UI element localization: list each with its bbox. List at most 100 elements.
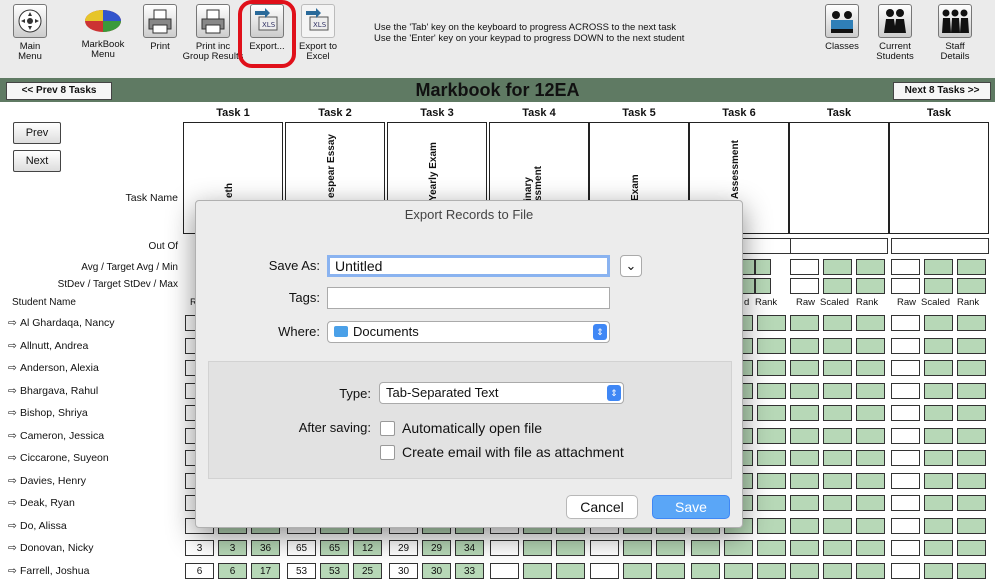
student-row[interactable]: ⇨ Al Ghardaqa, Nancy	[8, 317, 115, 329]
mark-cell[interactable]	[790, 315, 819, 331]
student-row[interactable]: ⇨ Anderson, Alexia	[8, 362, 99, 374]
chevron-down-icon: ⌄	[625, 258, 637, 273]
mark-cell	[924, 472, 953, 489]
mark-cell	[924, 540, 953, 556]
mark-cell[interactable]: 53	[287, 562, 316, 579]
mark-cell[interactable]	[790, 472, 819, 489]
mark-cell[interactable]: 6	[185, 562, 214, 579]
student-name: Davies, Henry	[20, 474, 86, 487]
task-name-box[interactable]	[889, 122, 989, 234]
mark-cell	[856, 540, 885, 556]
student-name: Deak, Ryan	[20, 497, 75, 509]
email-attachment-checkbox[interactable]	[380, 445, 395, 460]
classes-icon	[825, 4, 859, 38]
classes-button[interactable]: Classes	[820, 4, 864, 52]
task-name-box[interactable]	[789, 122, 889, 234]
prev-button[interactable]: Prev	[13, 122, 61, 144]
mark-cell	[757, 315, 786, 331]
mark-cell[interactable]	[790, 562, 819, 579]
student-row[interactable]: ⇨ Bishop, Shriya	[8, 407, 88, 419]
print-button[interactable]: Print	[143, 4, 177, 52]
student-row[interactable]: ⇨ Allnutt, Andrea	[8, 340, 88, 352]
student-row[interactable]: ⇨ Donovan, Nicky	[8, 542, 94, 554]
task-header: Task	[826, 107, 852, 119]
mark-cell[interactable]	[790, 517, 819, 534]
classes-label: Classes	[825, 41, 859, 52]
type-popup[interactable]: Tab-Separated Text ⇕	[379, 382, 624, 404]
auto-open-checkbox[interactable]	[380, 421, 395, 436]
mark-cell[interactable]	[891, 472, 920, 489]
mark-cell	[957, 517, 986, 534]
mark-cell[interactable]	[691, 540, 720, 556]
mark-cell[interactable]	[691, 562, 720, 579]
where-popup[interactable]: Documents ⇕	[327, 321, 610, 343]
student-row[interactable]: ⇨ Bhargava, Rahul	[8, 385, 98, 397]
current-students-button[interactable]: Current Students	[873, 4, 917, 62]
save-as-label: Save As:	[268, 258, 320, 273]
mark-cell[interactable]	[790, 495, 819, 511]
prev-tasks-button[interactable]: << Prev 8 Tasks	[6, 82, 112, 100]
mark-cell[interactable]	[891, 427, 920, 444]
student-row[interactable]: ⇨ Farrell, Joshua	[8, 565, 89, 577]
mark-cell[interactable]	[790, 450, 819, 466]
task-header: Task 3	[420, 107, 454, 119]
export-highlight-ring	[238, 0, 296, 68]
mark-cell	[856, 360, 885, 376]
mark-cell[interactable]	[891, 337, 920, 354]
mark-cell[interactable]	[590, 562, 619, 579]
mark-cell	[757, 540, 786, 556]
save-as-input[interactable]: Untitled	[327, 255, 610, 277]
summary-cell	[755, 259, 771, 275]
mark-cell[interactable]	[490, 562, 519, 579]
mark-cell[interactable]: 65	[287, 540, 316, 556]
mark-cell[interactable]	[790, 360, 819, 376]
student-row[interactable]: ⇨ Deak, Ryan	[8, 497, 75, 509]
student-row[interactable]: ⇨ Cameron, Jessica	[8, 430, 104, 442]
mark-cell[interactable]	[790, 427, 819, 444]
mark-cell[interactable]	[891, 495, 920, 511]
mark-cell	[757, 427, 786, 444]
save-button[interactable]: Save	[652, 495, 730, 519]
staff-details-button[interactable]: Staff Details	[930, 4, 980, 62]
student-row[interactable]: ⇨ Do, Alissa	[8, 520, 67, 532]
mark-cell[interactable]	[891, 315, 920, 331]
row-arrow-icon: ⇨	[8, 519, 17, 532]
student-name: Farrell, Joshua	[20, 564, 90, 577]
summary-cell	[823, 278, 852, 294]
next-button[interactable]: Next	[13, 150, 61, 172]
next-tasks-button[interactable]: Next 8 Tasks >>	[893, 82, 991, 100]
mark-cell[interactable]	[790, 540, 819, 556]
mark-cell	[856, 562, 885, 579]
mark-cell: 65	[320, 540, 349, 556]
tags-input[interactable]	[327, 287, 610, 309]
mark-cell[interactable]: 30	[389, 562, 418, 579]
task-name-text: eth	[224, 183, 235, 198]
mark-cell[interactable]	[891, 517, 920, 534]
print-group-button[interactable]: Print inc Group Results	[180, 4, 246, 62]
mark-cell[interactable]	[590, 540, 619, 556]
mark-cell[interactable]	[790, 382, 819, 399]
mark-cell[interactable]	[891, 382, 920, 399]
main-menu-button[interactable]: Main Menu	[8, 4, 52, 62]
mark-cell	[757, 360, 786, 376]
mark-cell[interactable]	[891, 540, 920, 556]
mark-cell[interactable]	[790, 405, 819, 421]
mark-cell[interactable]	[891, 360, 920, 376]
mark-cell[interactable]: 29	[389, 540, 418, 556]
mark-cell: 12	[353, 540, 382, 556]
mark-cell	[823, 540, 852, 556]
student-row[interactable]: ⇨ Davies, Henry	[8, 475, 86, 487]
expand-dialog-button[interactable]: ⌄	[620, 255, 642, 277]
summary-cell	[957, 259, 986, 275]
type-label: Type:	[339, 386, 371, 401]
mark-cell[interactable]	[891, 450, 920, 466]
student-row[interactable]: ⇨ Ciccarone, Suyeon	[8, 452, 109, 464]
cancel-button[interactable]: Cancel	[566, 495, 638, 519]
mark-cell[interactable]	[891, 405, 920, 421]
mark-cell[interactable]	[891, 562, 920, 579]
export-excel-button[interactable]: XLS Export to Excel	[296, 4, 340, 62]
markbook-menu-button[interactable]: MarkBook Menu	[78, 4, 128, 60]
mark-cell[interactable]	[490, 540, 519, 556]
mark-cell[interactable]: 3	[185, 540, 214, 556]
mark-cell[interactable]	[790, 337, 819, 354]
